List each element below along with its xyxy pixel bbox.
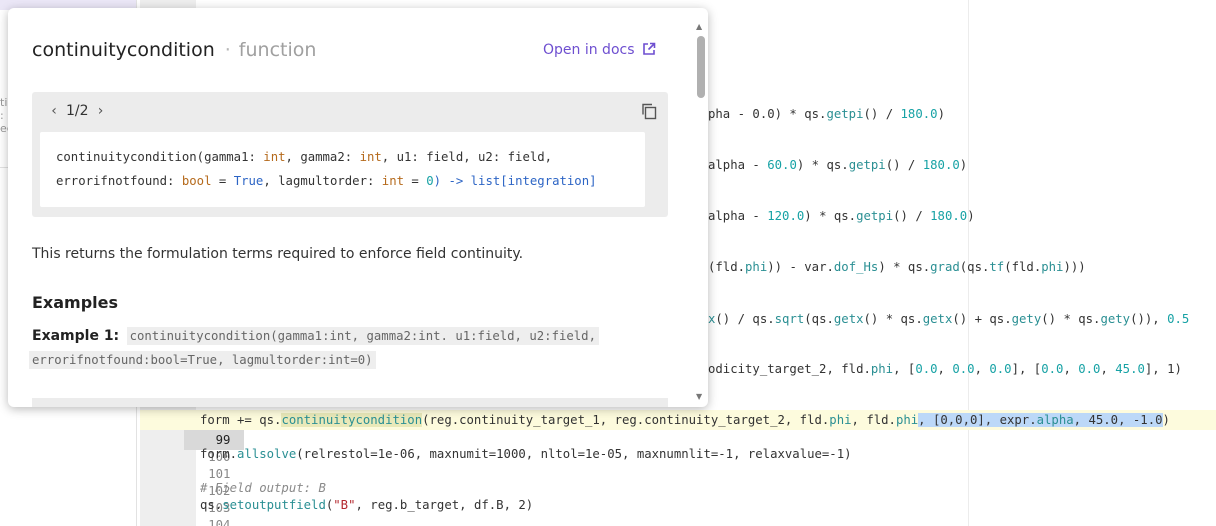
code-line-text: pha - 0.0) * qs.getpi() / 180.0) bbox=[708, 107, 945, 121]
scroll-down-icon[interactable]: ▼ bbox=[696, 392, 702, 401]
example-code-line-1: continuitycondition(gamma1:int, gamma2:i… bbox=[126, 327, 599, 345]
left-panel-clipped-text: ti : S ec bbox=[0, 96, 8, 135]
hover-doc-popup[interactable]: continuitycondition · function Open in doc… bbox=[8, 8, 708, 407]
code-line-text: alpha - 120.0) * qs.getpi() / 180.0) bbox=[708, 209, 975, 223]
code-line-text: x() / qs.sqrt(qs.getx() * qs.getx() + qs… bbox=[708, 312, 1190, 326]
code-line-text: (fld.phi)) - var.dof_Hs) * qs.grad(qs.tf… bbox=[708, 260, 1086, 274]
next-section-box bbox=[32, 398, 668, 407]
function-name: continuitycondition bbox=[32, 39, 215, 61]
example-1: Example 1: continuitycondition(gamma1:in… bbox=[29, 324, 632, 372]
examples-heading: Examples bbox=[32, 293, 119, 312]
example-label: Example 1: bbox=[32, 328, 120, 344]
chevron-left-icon[interactable]: ‹ bbox=[46, 100, 62, 122]
popup-title: continuitycondition · function bbox=[32, 38, 316, 62]
symbol-kind: function bbox=[238, 39, 317, 61]
external-link-icon bbox=[642, 42, 655, 55]
copy-icon[interactable] bbox=[640, 102, 658, 120]
title-separator: · bbox=[224, 39, 231, 61]
open-in-docs-link[interactable]: Open in docs bbox=[543, 40, 656, 60]
signature-count: 1/2 bbox=[66, 103, 89, 119]
signature-box: ‹ 1/2 › continuitycondition(gamma1: int, g… bbox=[32, 92, 668, 217]
code-line-105[interactable]: 105 bbox=[140, 512, 1216, 526]
signature-code: continuitycondition(gamma1: int, gamma2:… bbox=[40, 132, 645, 207]
scroll-up-icon[interactable]: ▲ bbox=[696, 22, 702, 31]
open-in-docs-label: Open in docs bbox=[543, 42, 635, 58]
code-line-text: odicity_target_2, fld.phi, [0.0, 0.0, 0.… bbox=[708, 362, 1182, 376]
function-description: This returns the formulation terms requi… bbox=[32, 246, 524, 262]
code-line-text: alpha - 60.0) * qs.getpi() / 180.0) bbox=[708, 158, 968, 172]
signature-navigator: ‹ 1/2 › bbox=[46, 100, 109, 122]
chevron-right-icon[interactable]: › bbox=[93, 100, 109, 122]
popup-scrollbar-thumb[interactable] bbox=[697, 36, 705, 98]
example-code-line-2: errorifnotfound:bool=True, lagmultorder:… bbox=[29, 351, 376, 369]
